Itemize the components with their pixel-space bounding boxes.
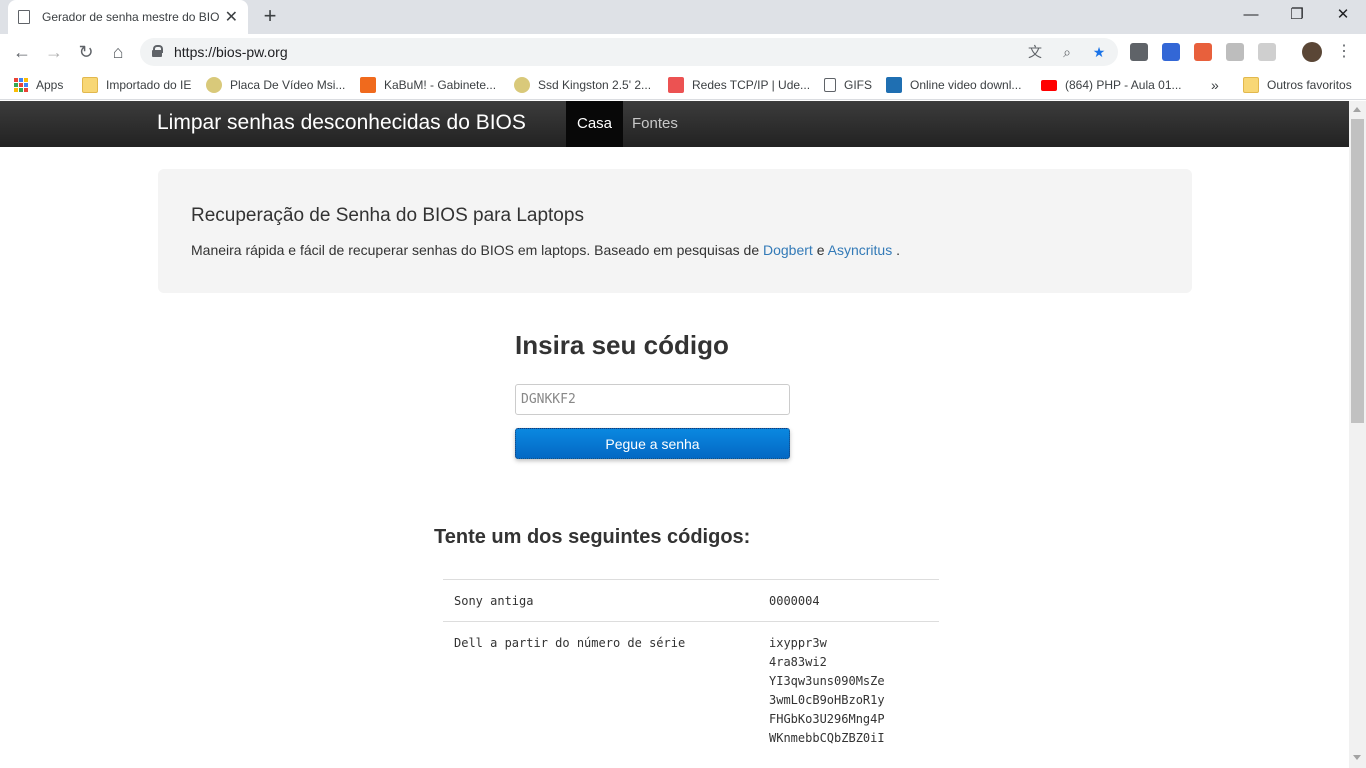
folder-icon xyxy=(1243,77,1259,93)
site-brand[interactable]: Limpar senhas desconhecidas do BIOS xyxy=(157,111,526,135)
address-bar[interactable]: https://bios-pw.org 文 ⌕ ★ xyxy=(140,38,1118,66)
bookmarks-overflow[interactable]: » xyxy=(1211,70,1219,100)
password-code: WKnmebbCQbZBZ0iI xyxy=(769,731,885,745)
model-name: Dell a partir do número de série xyxy=(443,621,758,758)
table-row: Dell a partir do número de série ixyppr3… xyxy=(443,621,939,758)
disk-icon xyxy=(514,77,530,93)
zoom-icon[interactable]: ⌕ xyxy=(1058,43,1076,61)
lock-icon xyxy=(152,45,163,57)
bookmarks-bar: Apps Importado do IE Placa De Vídeo Msi.… xyxy=(0,70,1366,100)
browser-tab[interactable]: Gerador de senha mestre do BIOS ✕ xyxy=(8,0,248,34)
menu-icon[interactable]: ⋮ xyxy=(1332,40,1356,64)
camera-extension-icon[interactable] xyxy=(1226,43,1244,61)
site-navbar: Limpar senhas desconhecidas do BIOS Casa… xyxy=(0,101,1349,147)
nav-casa[interactable]: Casa xyxy=(566,101,624,147)
codes-table: Sony antiga 0000004 Dell a partir do núm… xyxy=(443,579,939,758)
code-form-title: Insira seu código xyxy=(515,330,729,360)
intro-text: Maneira rápida e fácil de recuperar senh… xyxy=(191,242,900,258)
password-code: ixyppr3w xyxy=(769,636,827,650)
folder-icon xyxy=(82,77,98,93)
close-tab-icon[interactable]: ✕ xyxy=(225,7,238,27)
password-code: YI3qw3uns090MsZe xyxy=(769,674,885,688)
password-list: ixyppr3w 4ra83wi2 YI3qw3uns090MsZe 3wmL0… xyxy=(758,621,939,758)
bookmark-gifs[interactable]: GIFS xyxy=(824,70,872,100)
bookmark-outros-favoritos[interactable]: Outros favoritos xyxy=(1243,70,1352,100)
scroll-up-icon[interactable] xyxy=(1353,107,1361,112)
excel-extension-icon[interactable] xyxy=(1258,43,1276,61)
password-list: 0000004 xyxy=(758,579,939,622)
bookmark-placa-video[interactable]: Placa De Vídeo Msi... xyxy=(206,70,345,100)
model-name: Sony antiga xyxy=(443,579,758,622)
bookmark-kabum[interactable]: KaBuM! - Gabinete... xyxy=(360,70,496,100)
bookmark-extension-icon[interactable] xyxy=(1162,43,1180,61)
apps-icon xyxy=(14,78,28,92)
minimize-button[interactable]: — xyxy=(1228,0,1274,30)
password-code: 0000004 xyxy=(769,594,820,608)
tab-title: Gerador de senha mestre do BIOS xyxy=(42,10,219,24)
asyncritus-link[interactable]: Asyncritus xyxy=(828,242,893,258)
bookmark-importado[interactable]: Importado do IE xyxy=(82,70,191,100)
avatar[interactable] xyxy=(1302,42,1322,62)
restore-button[interactable]: ❐ xyxy=(1274,0,1320,30)
password-code: 3wmL0cB9oHBzoR1y xyxy=(769,693,885,707)
cv-icon xyxy=(886,77,902,93)
scroll-down-icon[interactable] xyxy=(1353,755,1361,760)
kabum-icon xyxy=(360,77,376,93)
translate-icon[interactable]: 文 xyxy=(1026,43,1044,61)
page-icon xyxy=(824,78,836,92)
password-code: 4ra83wi2 xyxy=(769,655,827,669)
page-scrollbar[interactable] xyxy=(1349,101,1366,768)
new-tab-button[interactable]: + xyxy=(258,4,282,28)
get-password-button[interactable]: Pegue a senha xyxy=(515,428,790,459)
bookmark-ssd-kingston[interactable]: Ssd Kingston 2.5' 2... xyxy=(514,70,651,100)
download-extension-icon[interactable] xyxy=(1130,43,1148,61)
page-icon xyxy=(18,10,30,24)
bookmark-apps[interactable]: Apps xyxy=(14,70,63,100)
disk-icon xyxy=(206,77,222,93)
dogbert-link[interactable]: Dogbert xyxy=(763,242,813,258)
results-title: Tente um dos seguintes códigos: xyxy=(434,526,751,548)
udemy-icon xyxy=(668,77,684,93)
bookmark-php-aula[interactable]: (864) PHP - Aula 01... xyxy=(1041,70,1182,100)
intro-heading: Recuperação de Senha do BIOS para Laptop… xyxy=(191,205,584,226)
reload-icon[interactable]: ↻ xyxy=(74,40,98,64)
bookmark-star-icon[interactable]: ★ xyxy=(1090,43,1108,61)
nav-fontes[interactable]: Fontes xyxy=(621,101,689,147)
url-text: https://bios-pw.org xyxy=(174,44,288,60)
bookmark-online-video[interactable]: Online video downl... xyxy=(886,70,1021,100)
scroll-thumb[interactable] xyxy=(1351,119,1364,423)
bookmark-redes-tcpip[interactable]: Redes TCP/IP | Ude... xyxy=(668,70,810,100)
browser-toolbar: ← → ↻ ⌂ https://bios-pw.org 文 ⌕ ★ ⋮ xyxy=(0,34,1366,70)
back-icon[interactable]: ← xyxy=(10,40,34,64)
password-code: FHGbKo3U296Mng4P xyxy=(769,712,885,726)
home-icon[interactable]: ⌂ xyxy=(106,40,130,64)
tab-strip: Gerador de senha mestre do BIOS ✕ + — ❐ … xyxy=(0,0,1366,34)
office-extension-icon[interactable] xyxy=(1194,43,1212,61)
code-input[interactable] xyxy=(515,384,790,415)
table-row: Sony antiga 0000004 xyxy=(443,579,939,622)
youtube-icon xyxy=(1041,79,1057,91)
forward-icon[interactable]: → xyxy=(42,40,66,64)
close-window-button[interactable]: ✕ xyxy=(1320,0,1366,30)
intro-panel: Recuperação de Senha do BIOS para Laptop… xyxy=(158,169,1192,293)
